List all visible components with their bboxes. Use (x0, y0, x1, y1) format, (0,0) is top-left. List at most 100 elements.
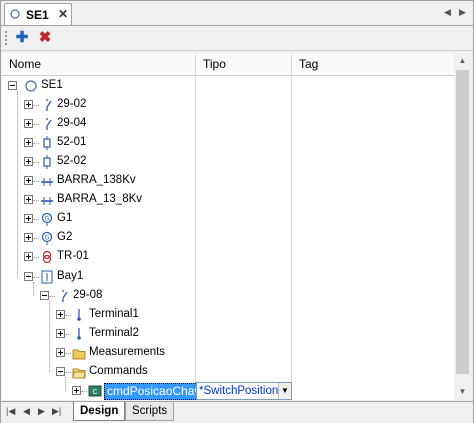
add-button[interactable]: ✚ (13, 29, 31, 47)
prev-sheet-icon[interactable]: ◀ (23, 406, 30, 417)
tree-node-label[interactable]: 52-02 (57, 155, 86, 167)
tree-row[interactable]: 29-04 (2, 115, 454, 134)
tree-connector (33, 276, 39, 278)
tree-connector (33, 143, 39, 145)
tree-node-label[interactable]: Terminal2 (89, 327, 139, 339)
column-header-tipo[interactable]: Tipo (196, 53, 292, 75)
toolbar: ✚ ✖ (1, 26, 473, 51)
tipo-combobox[interactable]: *SwitchPosition ▼ (196, 381, 292, 400)
tree-row[interactable]: 29-02 (2, 96, 454, 115)
expand-icon[interactable] (24, 233, 33, 243)
tree-connector (33, 124, 39, 126)
collapse-icon[interactable] (40, 290, 49, 300)
tree-node-label[interactable]: Terminal1 (89, 308, 139, 320)
tree-grid: Nome Tipo Tag SE1 29-02 29-04 52-01 52-02 BAR… (2, 53, 454, 400)
expand-icon[interactable] (24, 100, 33, 110)
scroll-up-icon[interactable]: ▲ (454, 53, 471, 69)
column-header-nome[interactable]: Nome (2, 53, 196, 75)
terminal-icon (77, 327, 81, 340)
toolbar-grip[interactable] (5, 31, 9, 45)
tree-guide-line (65, 376, 66, 391)
expand-icon[interactable] (56, 347, 65, 357)
tree-node-label[interactable]: 29-04 (57, 117, 86, 129)
delete-button[interactable]: ✖ (36, 29, 54, 47)
expand-icon[interactable] (24, 195, 33, 205)
tab-scroll-left-icon[interactable]: ◀ (444, 7, 451, 18)
expand-icon[interactable] (24, 176, 33, 186)
tab-se1[interactable]: SE1 ✕ (4, 3, 72, 25)
tree-row[interactable]: Commands (2, 363, 454, 382)
tree-connector (33, 181, 39, 183)
tree-node-label[interactable]: BARRA_13_8Kv (57, 193, 142, 205)
tree-row[interactable]: SE1 (2, 77, 454, 96)
tree-row[interactable]: 52-02 (2, 153, 454, 172)
tab-scroll-right-icon[interactable]: ▶ (459, 7, 466, 18)
column-header-row: Nome Tipo Tag (2, 53, 454, 76)
svg-text:C: C (92, 389, 97, 396)
busbar-icon (41, 197, 53, 206)
tree-node-label[interactable]: 29-02 (57, 98, 86, 110)
expand-icon[interactable] (24, 138, 33, 148)
expand-icon[interactable] (72, 385, 81, 395)
column-header-tag[interactable]: Tag (292, 53, 454, 75)
tree-node-label[interactable]: TR-01 (57, 250, 89, 262)
tree-connector (33, 105, 39, 107)
tree-row[interactable]: 52-01 (2, 134, 454, 153)
tree-node-label[interactable]: SE1 (41, 79, 63, 91)
tree-node-label[interactable]: G1 (57, 212, 72, 224)
scrollbar-thumb[interactable] (456, 70, 469, 374)
expand-icon[interactable] (24, 214, 33, 224)
last-sheet-icon[interactable]: ▶| (52, 406, 61, 417)
folder-icon (72, 349, 86, 360)
tree-node-label[interactable]: Bay1 (57, 270, 83, 282)
expand-icon[interactable] (56, 309, 65, 319)
expand-icon[interactable] (56, 328, 65, 338)
expand-icon[interactable] (24, 157, 33, 167)
tree-row[interactable]: Terminal1 (2, 306, 454, 325)
tree-row[interactable]: CcmdPosicaoChave *SwitchPosition ▼ (2, 381, 454, 400)
tree-node-label[interactable]: 52-01 (57, 136, 86, 148)
tree-node-label[interactable]: BARRA_138Kv (57, 174, 136, 186)
tree-connector (33, 219, 39, 221)
tree-row[interactable]: TR-01 (2, 248, 454, 267)
scroll-down-icon[interactable]: ▼ (454, 384, 471, 400)
bay-icon (41, 270, 53, 283)
tab-scripts[interactable]: Scripts (125, 402, 175, 421)
tree-connector (33, 200, 39, 202)
tree-row[interactable]: BARRA_138Kv (2, 172, 454, 191)
busbar-icon (41, 178, 53, 187)
first-sheet-icon[interactable]: |◀ (6, 406, 15, 417)
disconnector-icon (46, 118, 52, 131)
command-icon: C (88, 385, 102, 397)
tree-connector (33, 162, 39, 164)
collapse-icon[interactable] (56, 366, 65, 376)
vertical-scrollbar[interactable]: ▲ ▼ (454, 53, 471, 400)
tree-row[interactable]: Terminal2 (2, 325, 454, 344)
tree-node-label[interactable]: cmdPosicaoChave (104, 382, 211, 400)
tree-row[interactable]: Measurements (2, 344, 454, 363)
expand-icon[interactable] (24, 119, 33, 129)
collapse-icon[interactable] (24, 271, 33, 281)
tab-se1-label: SE1 (26, 8, 49, 22)
tree-node-label[interactable]: Measurements (89, 346, 165, 358)
tree-node-label[interactable]: G2 (57, 231, 72, 243)
svg-text:G: G (45, 236, 50, 242)
close-tab-icon[interactable]: ✕ (58, 7, 68, 21)
tree-connector (33, 257, 39, 259)
expand-icon[interactable] (24, 252, 33, 262)
transformer-icon (42, 251, 52, 264)
tree-row[interactable]: BARRA_13_8Kv (2, 191, 454, 210)
tab-design[interactable]: Design (73, 402, 126, 421)
terminal-icon (77, 308, 81, 321)
tree-guide-line (17, 91, 18, 277)
tree-row[interactable]: G G1 (2, 210, 454, 229)
tree-node-label[interactable]: Commands (89, 365, 148, 377)
collapse-icon[interactable] (8, 81, 17, 90)
next-sheet-icon[interactable]: ▶ (38, 406, 45, 417)
generator-icon: G (41, 232, 53, 246)
tree-row[interactable]: Bay1 (2, 268, 454, 287)
dropdown-arrow-icon[interactable]: ▼ (278, 382, 291, 399)
tree-row[interactable]: G G2 (2, 229, 454, 248)
tree-row[interactable]: 29-08 (2, 287, 454, 306)
tree-node-label[interactable]: 29-08 (73, 289, 102, 301)
